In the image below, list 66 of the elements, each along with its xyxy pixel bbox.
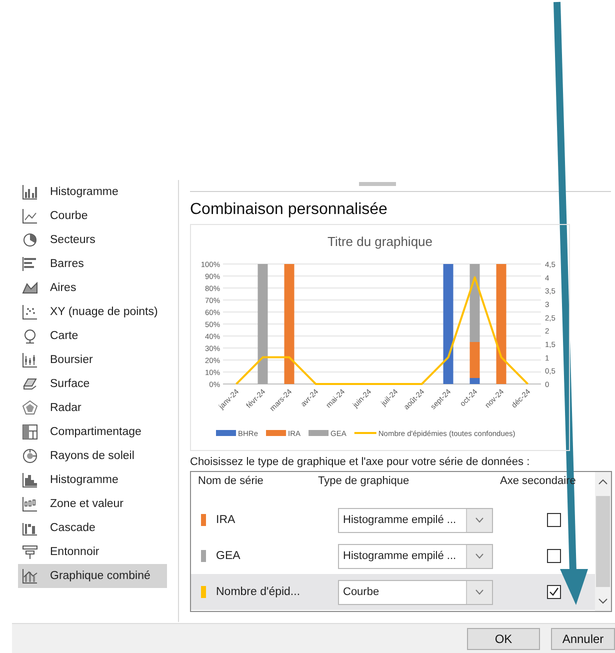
- waterfall-chart-icon: [22, 520, 38, 536]
- table-row[interactable]: IRA Histogramme empilé ...: [191, 502, 595, 538]
- series-name: Nombre d'épid...: [216, 586, 300, 598]
- scatter-chart-icon: [22, 304, 38, 320]
- sidebar-item[interactable]: XY (nuage de points): [18, 300, 167, 324]
- sunburst-chart-icon: [22, 448, 38, 464]
- column-header: Type de graphique: [317, 475, 410, 487]
- series-name: IRA: [216, 514, 236, 526]
- histogram-icon: [22, 472, 38, 488]
- sidebar-item[interactable]: Courbe: [18, 204, 167, 228]
- sidebar-item[interactable]: Zone et valeur: [18, 492, 167, 516]
- sidebar-item[interactable]: Carte: [18, 324, 167, 348]
- sidebar-item[interactable]: Rayons de soleil: [18, 444, 167, 468]
- scrollbar[interactable]: [595, 472, 611, 611]
- table-row[interactable]: GEA Histogramme empilé ...: [191, 538, 595, 574]
- chart-type-dropdown[interactable]: Histogramme empilé ...: [338, 508, 493, 532]
- box-plot-icon: [22, 496, 38, 512]
- sidebar-item[interactable]: Barres: [18, 252, 167, 276]
- chart-type-dropdown[interactable]: Courbe: [338, 580, 493, 604]
- series-name: GEA: [216, 550, 240, 562]
- secondary-axis-checkbox[interactable]: [547, 585, 561, 599]
- area-chart-icon: [22, 280, 38, 296]
- secondary-axis-checkbox[interactable]: [547, 549, 561, 563]
- checkmark-icon: [549, 587, 559, 597]
- chevron-down-icon: [475, 517, 484, 523]
- chevron-down-icon[interactable]: [598, 596, 608, 606]
- table-prompt: Choisissez le type de graphique et l'axe pour votre série de données :: [190, 456, 531, 468]
- combo-chart-icon: [22, 568, 38, 584]
- chart-type-dropdown[interactable]: Histogramme empilé ...: [338, 544, 493, 568]
- secondary-axis-checkbox[interactable]: [547, 513, 561, 527]
- scroll-thumb[interactable]: [596, 496, 610, 587]
- chart-title: Titre du graphique: [327, 234, 433, 249]
- stock-chart-icon: [22, 352, 38, 368]
- sidebar-item[interactable]: Secteurs: [18, 228, 167, 252]
- legend-line: [354, 432, 376, 434]
- chevron-down-icon: [475, 589, 484, 595]
- sidebar-item[interactable]: Histogramme: [18, 468, 167, 492]
- globe-icon: [22, 328, 38, 344]
- treemap-icon: [22, 424, 38, 440]
- legend-swatch: [308, 430, 329, 436]
- sidebar-item[interactable]: Cascade: [18, 516, 167, 540]
- funnel-chart-icon: [22, 544, 38, 560]
- sidebar-item[interactable]: Entonnoir: [18, 540, 167, 564]
- radar-chart-icon: [22, 400, 38, 416]
- bar-chart-icon: [22, 256, 38, 272]
- chevron-down-icon: [475, 553, 484, 559]
- legend-swatch: [216, 430, 236, 436]
- chevron-up-icon[interactable]: [598, 477, 608, 487]
- column-header: Nom de série: [197, 475, 264, 487]
- column-chart-icon: [22, 184, 38, 200]
- sidebar-item[interactable]: Histogramme: [18, 180, 167, 204]
- resize-grip[interactable]: [359, 182, 396, 186]
- line-chart-icon: [22, 208, 38, 224]
- cancel-button[interactable]: Annuler: [551, 628, 615, 650]
- sidebar-item[interactable]: Graphique combiné: [18, 564, 167, 588]
- legend-swatch: [266, 430, 286, 436]
- sidebar-item[interactable]: Radar: [18, 396, 167, 420]
- pie-chart-icon: [22, 232, 38, 248]
- panel-title: Combinaison personnalisée: [190, 201, 388, 219]
- sidebar-item[interactable]: Surface: [18, 372, 167, 396]
- sidebar-item[interactable]: Boursier: [18, 348, 167, 372]
- sidebar-item[interactable]: Compartimentage: [18, 420, 167, 444]
- sidebar-item[interactable]: Aires: [18, 276, 167, 300]
- selected-row[interactable]: Nombre d'épid... Courbe: [191, 574, 595, 610]
- ok-button[interactable]: OK: [467, 628, 540, 650]
- surface-chart-icon: [22, 376, 38, 392]
